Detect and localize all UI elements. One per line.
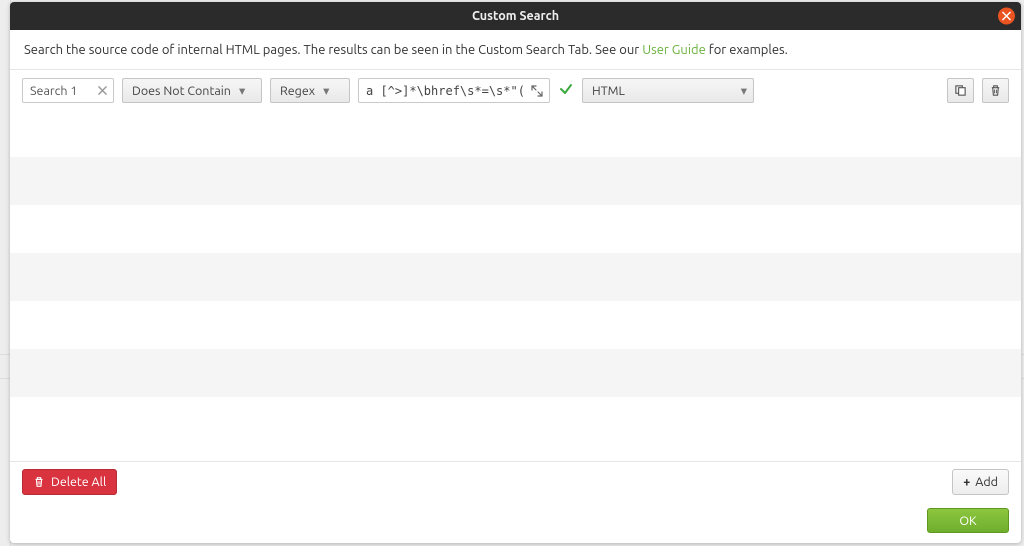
description-suffix: for examples. bbox=[706, 43, 788, 57]
empty-row bbox=[10, 349, 1021, 397]
description-prefix: Search the source code of internal HTML … bbox=[24, 43, 642, 57]
add-button[interactable]: + Add bbox=[952, 469, 1009, 495]
footer: Delete All + Add bbox=[10, 461, 1021, 502]
empty-row bbox=[10, 109, 1021, 157]
regex-valid-indicator bbox=[558, 82, 574, 99]
empty-row bbox=[10, 397, 1021, 445]
rows-area: Search 1 Does Not Contain ▾ Regex ▾ a [^… bbox=[10, 70, 1021, 461]
delete-row-button[interactable] bbox=[982, 78, 1009, 103]
pattern-mode-dropdown[interactable]: Regex ▾ bbox=[270, 78, 350, 103]
source-label: HTML bbox=[592, 84, 625, 98]
source-dropdown[interactable]: HTML ▾ bbox=[582, 78, 754, 103]
plus-icon: + bbox=[963, 475, 970, 489]
delete-all-label: Delete All bbox=[51, 475, 106, 489]
trash-icon bbox=[989, 84, 1002, 97]
search-row: Search 1 Does Not Contain ▾ Regex ▾ a [^… bbox=[10, 70, 1021, 109]
copy-icon bbox=[954, 84, 967, 97]
title-text: Custom Search bbox=[472, 9, 559, 23]
titlebar: Custom Search bbox=[10, 2, 1021, 30]
ok-label: OK bbox=[959, 514, 976, 528]
description: Search the source code of internal HTML … bbox=[10, 30, 1021, 70]
chevron-down-icon: ▾ bbox=[239, 83, 245, 98]
delete-all-button[interactable]: Delete All bbox=[22, 469, 117, 495]
expand-pattern-button[interactable] bbox=[530, 84, 544, 98]
check-icon bbox=[559, 82, 573, 96]
trash-icon bbox=[33, 476, 45, 488]
chevron-down-icon: ▾ bbox=[741, 83, 747, 98]
duplicate-row-button[interactable] bbox=[947, 78, 974, 103]
empty-row bbox=[10, 253, 1021, 301]
clear-name-button[interactable] bbox=[96, 84, 109, 97]
empty-row bbox=[10, 157, 1021, 205]
ok-button[interactable]: OK bbox=[927, 508, 1009, 533]
search-name-text: Search 1 bbox=[30, 84, 90, 98]
pattern-input[interactable]: a [^>]*\bhref\s*=\s*"(( ^"] bbox=[358, 78, 550, 103]
custom-search-dialog: Custom Search Search the source code of … bbox=[10, 2, 1021, 543]
empty-row bbox=[10, 205, 1021, 253]
empty-row bbox=[10, 301, 1021, 349]
close-icon bbox=[1002, 12, 1011, 21]
expand-icon bbox=[531, 85, 543, 97]
pattern-mode-label: Regex bbox=[280, 84, 315, 98]
ok-bar: OK bbox=[10, 502, 1021, 543]
search-name-input[interactable]: Search 1 bbox=[22, 78, 114, 103]
close-button[interactable] bbox=[998, 8, 1015, 25]
user-guide-link[interactable]: User Guide bbox=[642, 43, 706, 57]
chevron-down-icon: ▾ bbox=[323, 83, 329, 98]
match-mode-label: Does Not Contain bbox=[132, 84, 231, 98]
add-label: Add bbox=[975, 475, 998, 489]
pattern-text: a [^>]*\bhref\s*=\s*"(( ^"] bbox=[366, 84, 526, 98]
match-mode-dropdown[interactable]: Does Not Contain ▾ bbox=[122, 78, 262, 103]
x-icon bbox=[98, 86, 107, 95]
